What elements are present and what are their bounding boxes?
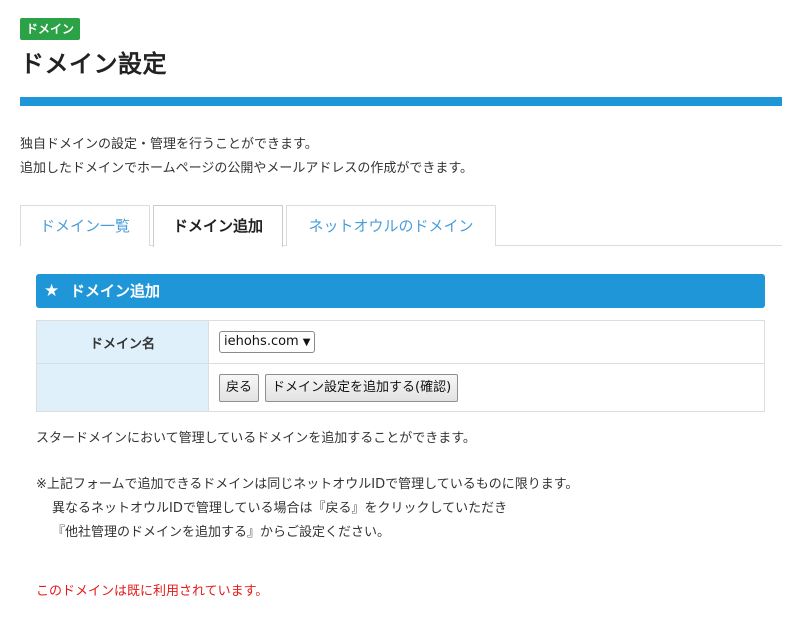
title-underline-bar (20, 97, 782, 106)
note-line: ※上記フォームで追加できるドメインは同じネットオウルIDで管理しているものに限り… (36, 477, 579, 492)
panel-header: ★ ドメイン追加 (36, 274, 765, 308)
tab-netowl-domain[interactable]: ネットオウルのドメイン (286, 205, 496, 246)
note-line: 『他社管理のドメインを追加する』からご設定ください。 (52, 525, 391, 540)
info-text: スタードメインにおいて管理しているドメインを追加することができます。 (36, 431, 476, 446)
note-line: 異なるネットオウルIDで管理している場合は『戻る』をクリックしていただき (52, 501, 508, 516)
tab-domain-list[interactable]: ドメイン一覧 (20, 205, 150, 246)
error-message: このドメインは既に利用されています。 (36, 584, 269, 599)
form-actions: 戻る ドメイン設定を追加する(確認) (208, 363, 765, 412)
page-title: ドメイン設定 (20, 50, 167, 78)
section-badge: ドメイン (20, 18, 81, 40)
domain-add-form: ドメイン名 iehohs.com ▼ 戻る ドメイン設定を追加する(確認) (36, 320, 765, 412)
page-description: 独自ドメインの設定・管理を行うことができます。 追加したドメインでホームページの… (20, 133, 473, 181)
description-line: 独自ドメインの設定・管理を行うことができます。 (20, 137, 318, 152)
add-domain-confirm-button[interactable]: ドメイン設定を追加する(確認) (265, 373, 459, 402)
description-line: 追加したドメインでホームページの公開やメールアドレスの作成ができます。 (20, 161, 474, 176)
domain-select[interactable]: iehohs.com ▼ (219, 331, 316, 353)
panel-title: ドメイン追加 (70, 282, 161, 300)
domain-name-label: ドメイン名 (36, 320, 209, 364)
note-text: ※上記フォームで追加できるドメインは同じネットオウルIDで管理しているものに限り… (36, 473, 578, 545)
domain-select-value: iehohs.com (224, 334, 299, 349)
empty-header-cell (36, 363, 209, 412)
tab-domain-add[interactable]: ドメイン追加 (153, 205, 283, 247)
back-button[interactable]: 戻る (219, 373, 260, 402)
tab-bar: ドメイン一覧 ドメイン追加 ネットオウルのドメイン (20, 205, 782, 247)
chevron-down-icon: ▼ (302, 337, 311, 348)
star-icon: ★ (44, 281, 60, 301)
domain-select-cell: iehohs.com ▼ (208, 320, 765, 364)
